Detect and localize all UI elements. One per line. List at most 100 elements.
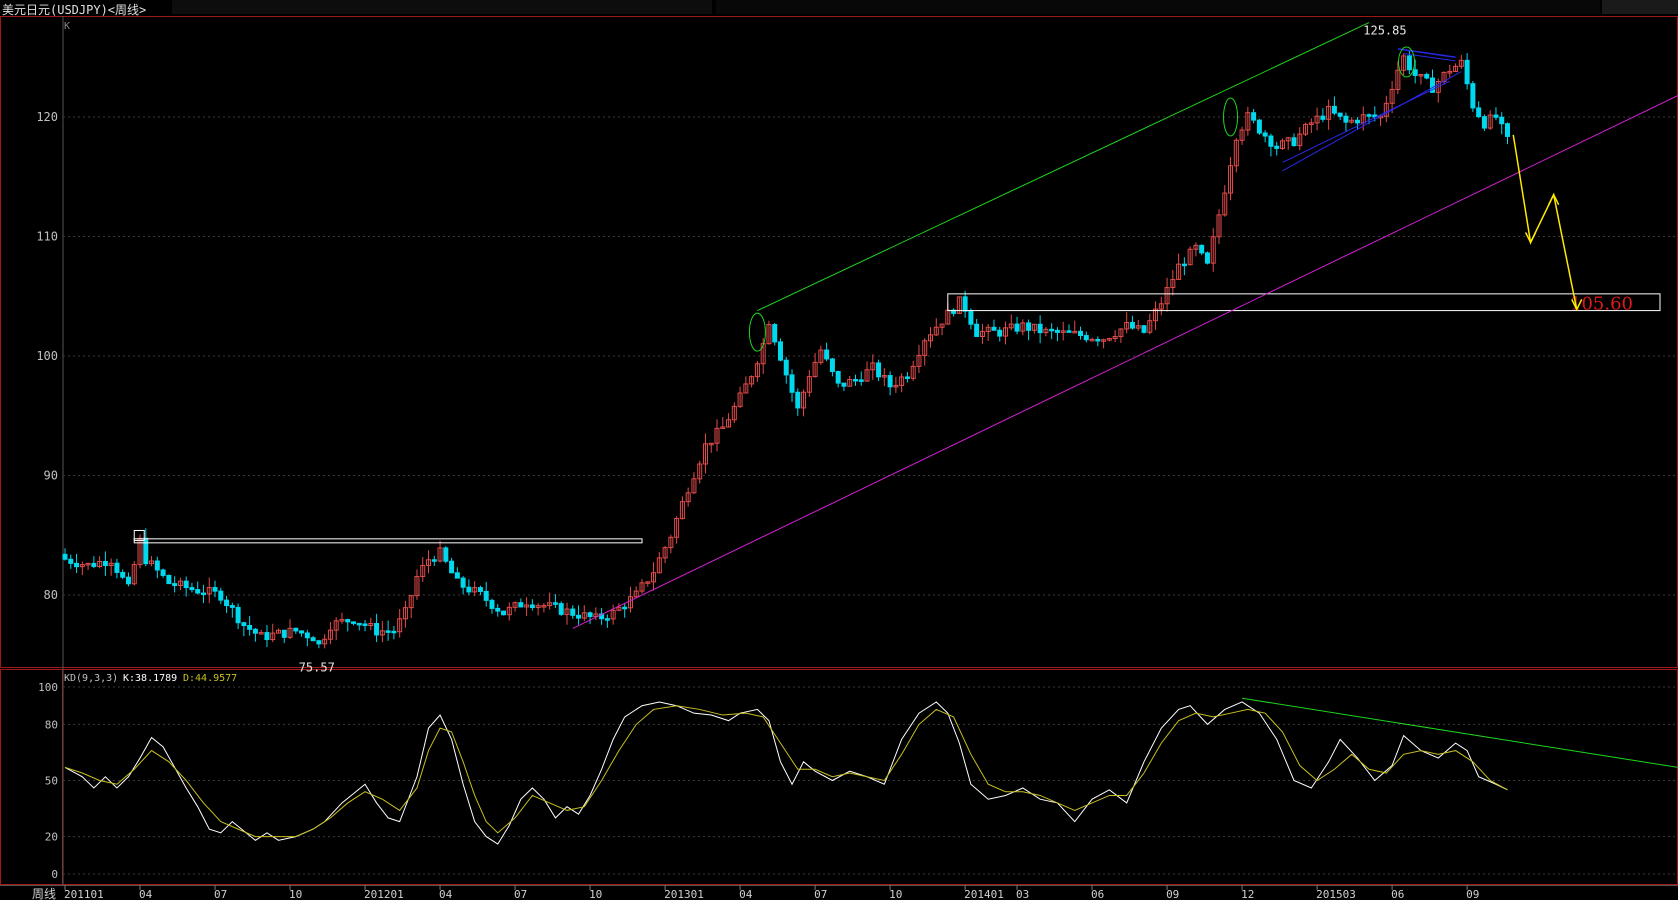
candle-body[interactable] [1320,115,1326,120]
candle-body[interactable] [552,602,558,605]
candle-body[interactable] [772,324,778,343]
candle-body[interactable] [391,630,397,634]
candle-body[interactable] [466,586,472,593]
candle-body[interactable] [241,622,247,627]
candle-body[interactable] [1505,123,1510,137]
candle-body[interactable] [1291,137,1297,147]
candle-body[interactable] [1470,83,1476,109]
candle-body[interactable] [1204,252,1210,264]
candle-body[interactable] [777,341,783,361]
candle-body[interactable] [120,571,126,578]
candle-body[interactable] [570,608,576,616]
candle-body[interactable] [1054,329,1060,333]
candle-body[interactable] [1464,59,1470,85]
candle-body[interactable] [1366,114,1372,117]
candle-body[interactable] [229,605,235,608]
candle-body[interactable] [1181,263,1187,267]
candle-body[interactable] [604,618,610,621]
candle-body[interactable] [1406,55,1412,71]
candle-body[interactable] [858,379,864,382]
candle-body[interactable] [431,559,437,562]
candle-body[interactable] [304,632,310,639]
candle-body[interactable] [293,627,299,632]
candle-body[interactable] [974,323,980,337]
candle-body[interactable] [1083,335,1089,341]
candle-body[interactable] [91,562,97,567]
candle-body[interactable] [68,558,74,564]
candle-body[interactable] [1262,132,1268,137]
candle-body[interactable] [1049,328,1055,332]
candle-body[interactable] [281,629,287,638]
candle-body[interactable] [212,587,218,592]
candle-body[interactable] [501,610,507,616]
candle-body[interactable] [356,622,362,626]
candle-body[interactable] [189,587,195,591]
candle-body[interactable] [1493,114,1499,118]
candle-body[interactable] [1256,119,1262,134]
candle-body[interactable] [887,375,893,388]
candle-body[interactable] [622,606,628,610]
candle-body[interactable] [385,630,391,633]
candle-body[interactable] [172,583,178,586]
candle-body[interactable] [443,547,449,562]
candle-body[interactable] [968,310,974,325]
candle-body[interactable] [125,576,131,585]
candle-body[interactable] [1481,116,1487,129]
candle-body[interactable] [362,623,368,627]
candle-body[interactable] [454,572,460,579]
candle-body[interactable] [495,607,501,612]
candle-body[interactable] [1499,116,1505,125]
candle-body[interactable] [1331,105,1337,114]
candle-body[interactable] [904,376,910,379]
candle-body[interactable] [1078,330,1084,337]
candle-body[interactable] [449,560,455,574]
candle-body[interactable] [576,614,582,619]
candle-body[interactable] [1141,325,1147,333]
candle-body[interactable] [795,391,801,409]
candle-body[interactable] [1014,323,1020,332]
candle-body[interactable] [783,359,789,376]
candle-body[interactable] [1424,74,1430,79]
candle-body[interactable] [529,604,535,609]
candle-body[interactable] [1354,119,1360,124]
candle-body[interactable] [1274,145,1280,149]
candle-body[interactable] [247,625,253,630]
candle-body[interactable] [218,590,224,601]
candle-body[interactable] [841,382,847,387]
candle-body[interactable] [829,358,835,372]
candle-body[interactable] [518,602,524,608]
candle-body[interactable] [154,560,160,571]
candle-body[interactable] [1129,321,1135,329]
candle-body[interactable] [991,326,997,331]
candle-body[interactable] [224,599,230,607]
candle-body[interactable] [1337,112,1343,117]
candle-body[interactable] [160,569,166,576]
candle-body[interactable] [1026,322,1032,331]
candle-body[interactable] [997,329,1003,337]
candle-body[interactable] [489,599,495,609]
candle-body[interactable] [1476,107,1482,118]
candle-body[interactable] [200,592,206,596]
candle-body[interactable] [166,574,172,585]
candle-body[interactable] [74,562,80,568]
candle-body[interactable] [143,537,149,565]
candle-body[interactable] [587,612,593,617]
candle-body[interactable] [114,562,120,573]
candle-body[interactable] [558,603,564,615]
candle-body[interactable] [102,560,108,566]
candle-body[interactable] [789,374,795,393]
candle-body[interactable] [1037,323,1043,334]
candle-body[interactable] [1268,135,1274,147]
candle-body[interactable] [852,378,858,382]
candle-body[interactable] [310,637,316,642]
candle-body[interactable] [316,640,322,645]
candle-body[interactable] [1251,112,1257,121]
candle-body[interactable] [374,622,380,636]
candle-body[interactable] [835,370,841,384]
candle-body[interactable] [299,630,305,634]
candle-body[interactable] [195,589,201,594]
candle-body[interactable] [264,632,270,641]
candle-body[interactable] [1412,69,1418,76]
candle-body[interactable] [345,619,351,623]
candle-body[interactable] [1199,244,1205,254]
